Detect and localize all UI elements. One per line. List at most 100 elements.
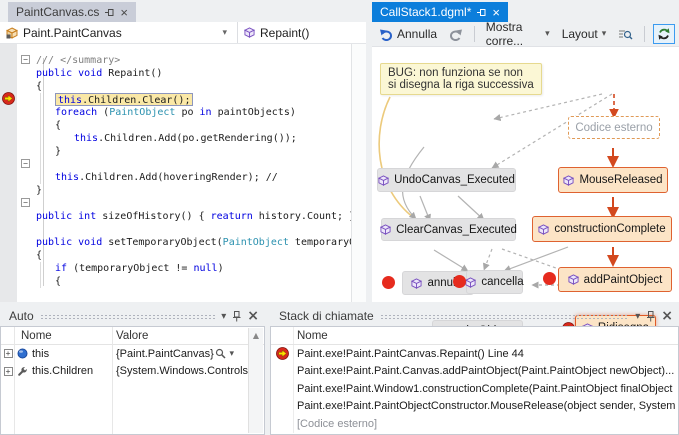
redo-button[interactable]	[446, 27, 466, 42]
code-line[interactable]: this.Children.Add(hoveringRender); //	[36, 171, 350, 184]
code-text[interactable]: /// </summary>public void Repaint(){this…	[36, 54, 350, 288]
pin-icon[interactable]	[105, 7, 114, 18]
code-line[interactable]: public void setTemporaryObject(PaintObje…	[36, 236, 350, 249]
code-line[interactable]: if (temporaryObject != null)	[36, 262, 350, 275]
breakpoint-icon[interactable]	[453, 275, 466, 288]
code-line[interactable]	[36, 223, 350, 236]
pin-icon[interactable]	[477, 7, 486, 18]
fold-toggle[interactable]: −	[21, 159, 30, 168]
callstack-row[interactable]: Paint.exe!Paint.Window1.constructionComp…	[271, 380, 678, 398]
column-valore[interactable]: Valore	[112, 330, 264, 342]
code-line[interactable]: {	[36, 249, 350, 262]
current-statement-breakpoint-icon[interactable]	[2, 92, 15, 105]
method-icon	[563, 175, 574, 186]
fold-gutter[interactable]: − − −	[17, 44, 35, 302]
callstack-row[interactable]: Paint.exe!Paint.PaintObjectConstructor.M…	[271, 398, 678, 416]
node-label: constructionComplete	[554, 223, 665, 235]
method-icon	[538, 224, 549, 235]
window-menu-icon[interactable]: ▾	[635, 311, 640, 322]
autos-row[interactable]: +this.Children{System.Windows.Controls	[1, 363, 264, 381]
diagram-node-cancella[interactable]: cancella	[466, 270, 523, 294]
class-dropdown-value: Paint.PaintCanvas	[23, 26, 122, 40]
breakpoint-icon[interactable]	[543, 272, 556, 285]
undo-button[interactable]: Annulla	[376, 26, 440, 42]
diagram-canvas[interactable]: BUG: non funziona se non si disegna la r…	[372, 46, 679, 302]
pin-icon[interactable]	[646, 311, 655, 322]
diagram-node-addpaint[interactable]: addPaintObject	[558, 267, 672, 292]
code-line[interactable]: public int sizeOfHistory() { reaturn his…	[36, 210, 350, 223]
code-line[interactable]: this.Children.Add(po.getRendering());	[36, 132, 350, 145]
variable-value: {System.Windows.Controls	[116, 365, 248, 377]
sync-button[interactable]	[653, 24, 675, 44]
pin-icon[interactable]	[232, 311, 241, 322]
layout-dropdown[interactable]: Layout ▾	[559, 26, 610, 42]
method-dropdown[interactable]: Repaint()	[238, 22, 315, 43]
toolbar-separator	[474, 26, 475, 42]
breakpoint-icon[interactable]	[382, 276, 395, 289]
expand-icon[interactable]: +	[4, 367, 13, 376]
fold-toggle[interactable]: −	[21, 198, 30, 207]
chevron-down-icon[interactable]: ▾	[229, 349, 234, 359]
drag-handle[interactable]	[40, 314, 216, 320]
diagram-node-construction[interactable]: constructionComplete	[532, 216, 672, 242]
magnifier-icon[interactable]	[215, 348, 226, 359]
class-dropdown[interactable]: Paint.PaintCanvas ▾	[0, 22, 238, 43]
diagram-node-mouse[interactable]: MouseReleased	[558, 167, 668, 193]
close-icon[interactable]: ×	[661, 308, 673, 324]
close-icon[interactable]: ×	[120, 6, 128, 19]
chevron-down-icon: ▾	[602, 29, 607, 39]
diagram-node-clear[interactable]: ClearCanvas_Executed	[381, 218, 516, 241]
column-divider[interactable]	[112, 327, 113, 434]
code-line[interactable]	[36, 197, 350, 210]
close-icon[interactable]: ×	[247, 308, 259, 324]
breakpoint-margin[interactable]	[0, 44, 17, 302]
undo-label: Annulla	[397, 27, 437, 41]
method-icon	[411, 278, 422, 289]
autos-tool-window: Auto ▾ × Nome Valore +this{Paint.PaintCa…	[0, 306, 265, 435]
code-line[interactable]	[36, 158, 350, 171]
fold-toggle[interactable]: −	[21, 55, 30, 64]
editor-scrollbar[interactable]	[351, 44, 366, 302]
diagram-toolbar: Annulla Mostra corre... ▾ Layout ▾	[372, 22, 679, 46]
callstack-titlebar[interactable]: Stack di chiamate ▾ ×	[270, 306, 679, 326]
code-line[interactable]: {	[36, 80, 350, 93]
column-nome[interactable]: Nome	[15, 330, 112, 342]
sync-icon	[657, 27, 671, 41]
expand-icon[interactable]: +	[4, 349, 13, 358]
editor-navigation-bar: Paint.PaintCanvas ▾ Repaint()	[0, 22, 366, 44]
autos-rows: +this{Paint.PaintCanvas}▾+this.Children{…	[1, 345, 264, 380]
autos-row[interactable]: +this{Paint.PaintCanvas}▾	[1, 345, 264, 363]
code-line[interactable]: this.Children.Clear();	[36, 93, 350, 106]
bug-annotation-note[interactable]: BUG: non funziona se non si disegna la r…	[380, 63, 542, 95]
close-icon[interactable]: ×	[492, 6, 500, 19]
code-area[interactable]: −−− /// </summary>public void Repaint(){…	[0, 44, 366, 302]
callstack-tool-window: Stack di chiamate ▾ × Nome Paint.exe!Pai…	[270, 306, 679, 435]
code-line[interactable]: /// </summary>	[36, 54, 350, 67]
code-line[interactable]: }	[36, 184, 350, 197]
code-line[interactable]: public void Repaint()	[36, 67, 350, 80]
column-divider[interactable]	[14, 327, 15, 434]
tab-paintcanvas[interactable]: PaintCanvas.cs ×	[8, 2, 136, 22]
code-line[interactable]: }	[36, 145, 350, 158]
diagram-node-undo[interactable]: UndoCanvas_Executed	[377, 168, 516, 192]
frame-text: [Codice esterno]	[294, 418, 377, 430]
code-line[interactable]: {	[36, 275, 350, 288]
show-related-dropdown[interactable]: Mostra corre... ▾	[483, 19, 553, 49]
callstack-row[interactable]: Paint.exe!Paint.PaintCanvas.Repaint() Li…	[271, 345, 678, 363]
find-related-button[interactable]	[615, 27, 636, 42]
node-label: Codice esterno	[575, 122, 652, 134]
method-icon	[380, 224, 391, 235]
callstack-row[interactable]: [Codice esterno]	[271, 415, 678, 433]
autos-scrollbar[interactable]: ▲	[248, 328, 263, 433]
frame-text: Paint.exe!Paint.PaintCanvas.Repaint() Li…	[294, 348, 524, 360]
diagram-node-external[interactable]: Codice esterno	[568, 116, 660, 139]
window-menu-icon[interactable]: ▾	[221, 311, 226, 322]
callstack-row[interactable]: Paint.exe!Paint.Paint.Canvas.addPaintObj…	[271, 363, 678, 381]
code-line[interactable]: {	[36, 119, 350, 132]
code-line[interactable]: foreach (PaintObject po in paintObjects)	[36, 106, 350, 119]
drag-handle[interactable]	[380, 314, 630, 320]
callstack-title: Stack di chiamate	[279, 309, 374, 323]
property-icon	[17, 366, 28, 377]
autos-titlebar[interactable]: Auto ▾ ×	[0, 306, 265, 326]
column-nome[interactable]: Nome	[294, 330, 328, 342]
